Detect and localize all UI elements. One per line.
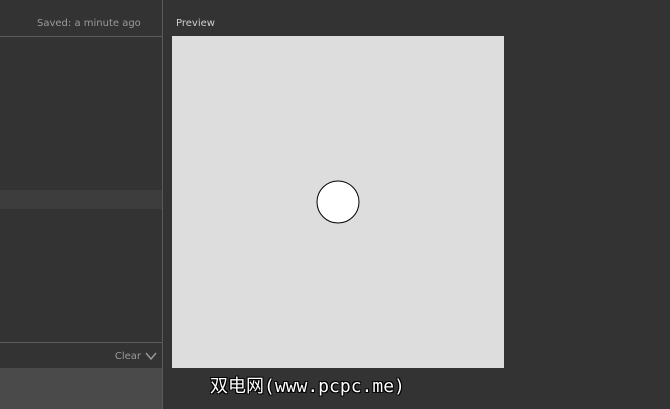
code-editor[interactable]: [0, 37, 162, 342]
saved-status: Saved: a minute ago: [37, 18, 141, 29]
preview-canvas[interactable]: [172, 36, 504, 368]
preview-label: Preview: [176, 18, 215, 29]
watermark-text: 双电网(www.pcpc.me): [210, 376, 405, 397]
console-header: Clear: [0, 342, 162, 368]
console-output: [0, 368, 162, 409]
active-line-highlight: [0, 190, 162, 209]
clear-button-label: Clear: [114, 350, 141, 362]
sketch-circle: [316, 180, 360, 224]
chevron-down-icon[interactable]: [145, 350, 157, 362]
app-window: Saved: a minute ago Clear Preview 双电网(ww…: [0, 0, 670, 409]
clear-console-button[interactable]: Clear: [115, 348, 157, 364]
sketch-canvas: [172, 36, 504, 368]
editor-panel: Saved: a minute ago Clear: [0, 0, 163, 409]
